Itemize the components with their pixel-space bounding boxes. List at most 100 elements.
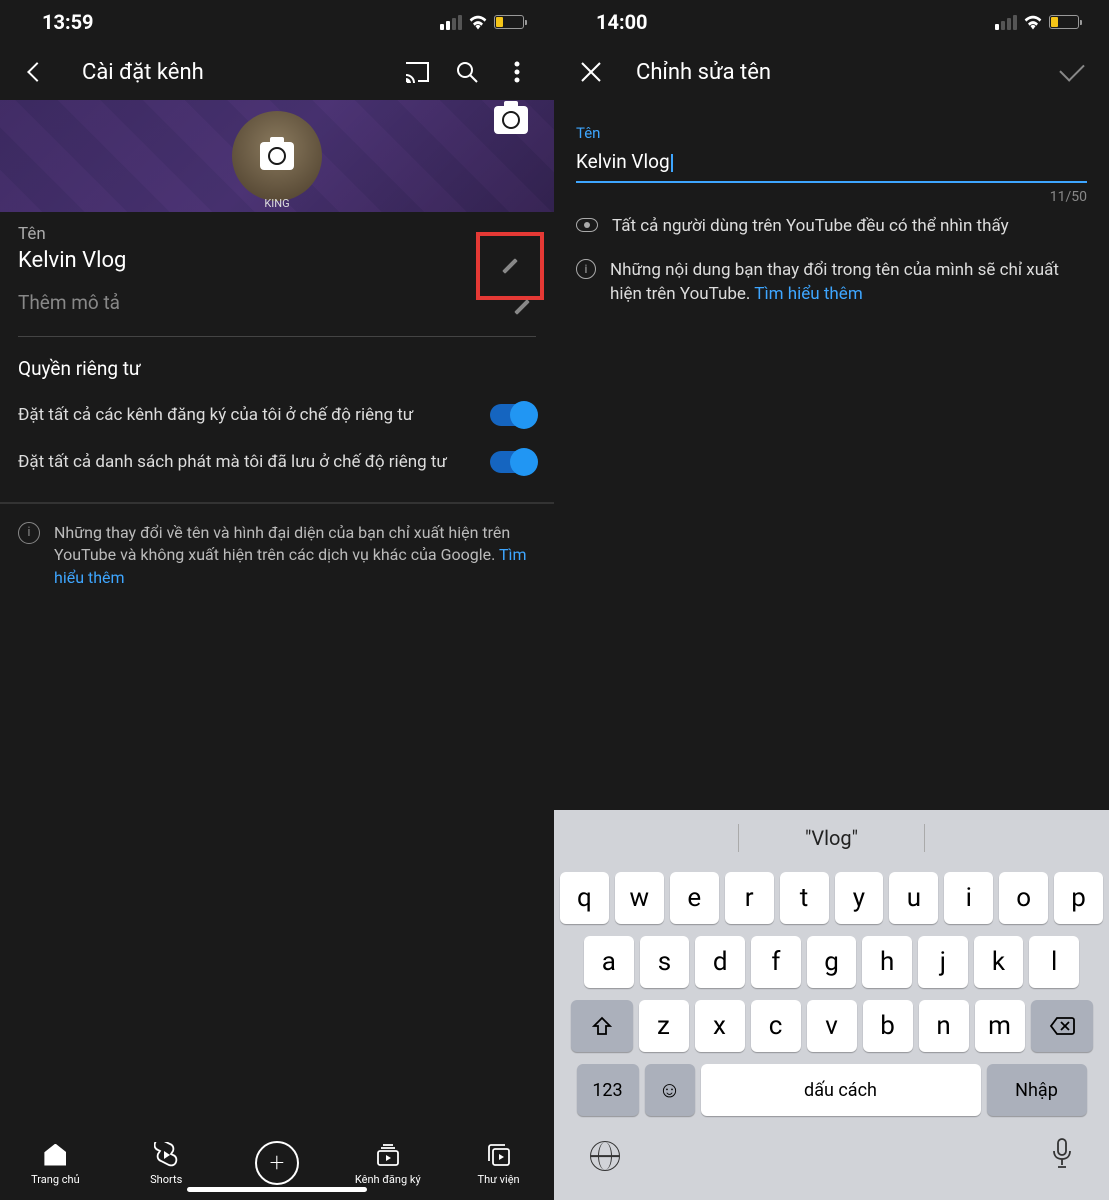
key-shift[interactable] bbox=[571, 1000, 633, 1052]
info-icon: i bbox=[18, 522, 40, 544]
key-f[interactable]: f bbox=[751, 936, 801, 988]
globe-icon[interactable] bbox=[590, 1141, 620, 1171]
key-123[interactable]: 123 bbox=[577, 1064, 639, 1116]
pencil-icon bbox=[500, 256, 520, 276]
key-row-2: a s d f g h j k l bbox=[560, 936, 1103, 988]
cast-icon bbox=[404, 61, 430, 83]
key-space[interactable]: dấu cách bbox=[701, 1064, 981, 1116]
privacy-title: Quyền riêng tư bbox=[0, 337, 554, 392]
suggestion-slot[interactable] bbox=[925, 810, 1109, 866]
key-n[interactable]: n bbox=[919, 1000, 969, 1052]
key-b[interactable]: b bbox=[863, 1000, 913, 1052]
key-d[interactable]: d bbox=[695, 936, 745, 988]
suggestion-slot[interactable] bbox=[554, 810, 738, 866]
info-icon: i bbox=[576, 259, 596, 279]
back-button[interactable] bbox=[18, 53, 56, 91]
name-input[interactable]: Kelvin Vlog bbox=[576, 142, 1087, 183]
key-emoji[interactable]: ☺ bbox=[645, 1064, 695, 1116]
nav-home[interactable]: Trang chủ bbox=[15, 1141, 95, 1186]
banner-caption: KING bbox=[264, 197, 289, 210]
search-button[interactable] bbox=[448, 53, 486, 91]
switch-playlists-private: Đặt tất cả danh sách phát mà tôi đã lưu … bbox=[0, 439, 554, 486]
more-vertical-icon bbox=[514, 61, 520, 83]
field-label: Tên bbox=[576, 124, 1087, 142]
key-w[interactable]: w bbox=[615, 872, 664, 924]
key-v[interactable]: v bbox=[807, 1000, 857, 1052]
nav-label: Kênh đăng ký bbox=[355, 1173, 421, 1186]
wifi-icon bbox=[468, 14, 488, 30]
nav-shorts[interactable]: Shorts bbox=[126, 1141, 206, 1186]
key-p[interactable]: p bbox=[1054, 872, 1103, 924]
suggestion-bar: "Vlog" bbox=[554, 810, 1109, 866]
key-row-1: q w e r t y u i o p bbox=[560, 872, 1103, 924]
screen-channel-settings: 13:59 Cài đặt kênh KING Tên bbox=[0, 0, 554, 1200]
key-r[interactable]: r bbox=[725, 872, 774, 924]
nav-label: Thư viện bbox=[478, 1173, 520, 1186]
key-l[interactable]: l bbox=[1029, 936, 1079, 988]
status-bar: 14:00 bbox=[554, 0, 1109, 44]
toggle-switch[interactable] bbox=[490, 404, 536, 426]
key-e[interactable]: e bbox=[670, 872, 719, 924]
key-q[interactable]: q bbox=[560, 872, 609, 924]
key-u[interactable]: u bbox=[889, 872, 938, 924]
key-g[interactable]: g bbox=[807, 936, 857, 988]
key-j[interactable]: j bbox=[918, 936, 968, 988]
nav-library[interactable]: Thư viện bbox=[459, 1141, 539, 1186]
battery-icon bbox=[494, 15, 524, 29]
more-button[interactable] bbox=[498, 53, 536, 91]
page-title: Chỉnh sửa tên bbox=[636, 60, 1041, 85]
key-c[interactable]: c bbox=[751, 1000, 801, 1052]
banner-camera-icon[interactable] bbox=[494, 106, 528, 134]
switch-label: Đặt tất cả danh sách phát mà tôi đã lưu … bbox=[18, 451, 478, 474]
toggle-switch[interactable] bbox=[490, 451, 536, 473]
key-m[interactable]: m bbox=[975, 1000, 1025, 1052]
char-counter: 11/50 bbox=[576, 189, 1087, 205]
key-y[interactable]: y bbox=[835, 872, 884, 924]
name-field-block: Tên Kelvin Vlog 11/50 bbox=[554, 100, 1109, 205]
close-icon bbox=[580, 61, 602, 83]
key-z[interactable]: z bbox=[639, 1000, 689, 1052]
library-icon bbox=[485, 1141, 513, 1169]
key-h[interactable]: h bbox=[862, 936, 912, 988]
mic-button[interactable] bbox=[1051, 1137, 1073, 1175]
switch-label: Đặt tất cả các kênh đăng ký của tôi ở ch… bbox=[18, 404, 478, 427]
suggestion-center[interactable]: "Vlog" bbox=[739, 810, 923, 866]
nav-label: Trang chủ bbox=[31, 1173, 80, 1186]
keyboard: "Vlog" q w e r t y u i o p a s d f bbox=[554, 810, 1109, 1200]
shift-icon bbox=[592, 1016, 612, 1036]
text-cursor bbox=[671, 154, 673, 172]
nav-subscriptions[interactable]: Kênh đăng ký bbox=[348, 1141, 428, 1186]
shorts-icon bbox=[152, 1141, 180, 1169]
key-i[interactable]: i bbox=[944, 872, 993, 924]
status-time: 13:59 bbox=[42, 10, 94, 34]
emoji-icon: ☺ bbox=[658, 1077, 680, 1103]
nav-create[interactable]: + bbox=[237, 1141, 317, 1185]
mic-icon bbox=[1051, 1137, 1073, 1171]
key-a[interactable]: a bbox=[584, 936, 634, 988]
channel-banner[interactable]: KING bbox=[0, 100, 554, 212]
cast-button[interactable] bbox=[398, 53, 436, 91]
learn-more-link[interactable]: Tìm hiểu thêm bbox=[754, 284, 862, 304]
confirm-button[interactable] bbox=[1053, 53, 1091, 91]
screen-edit-name: 14:00 Chỉnh sửa tên Tên Kelvin Vlog 11/5… bbox=[554, 0, 1109, 1200]
key-s[interactable]: s bbox=[640, 936, 690, 988]
name-value: Kelvin Vlog bbox=[18, 248, 536, 273]
key-row-3: z x c v b n m bbox=[560, 1000, 1103, 1052]
key-x[interactable]: x bbox=[695, 1000, 745, 1052]
wifi-icon bbox=[1023, 14, 1043, 30]
key-enter[interactable]: Nhập bbox=[987, 1064, 1087, 1116]
key-o[interactable]: o bbox=[999, 872, 1048, 924]
home-indicator bbox=[187, 1187, 367, 1192]
nav-label: Shorts bbox=[150, 1173, 182, 1186]
key-t[interactable]: t bbox=[780, 872, 829, 924]
description-row[interactable]: Thêm mô tả bbox=[0, 281, 554, 336]
camera-icon bbox=[260, 142, 294, 170]
info-box: i Những thay đổi về tên và hình đại diện… bbox=[0, 504, 554, 607]
cellular-signal-icon bbox=[995, 15, 1017, 30]
plus-circle-icon: + bbox=[255, 1141, 299, 1185]
name-label: Tên bbox=[18, 224, 536, 244]
close-button[interactable] bbox=[572, 53, 610, 91]
key-backspace[interactable] bbox=[1031, 1000, 1093, 1052]
avatar[interactable] bbox=[232, 111, 322, 201]
key-k[interactable]: k bbox=[974, 936, 1024, 988]
